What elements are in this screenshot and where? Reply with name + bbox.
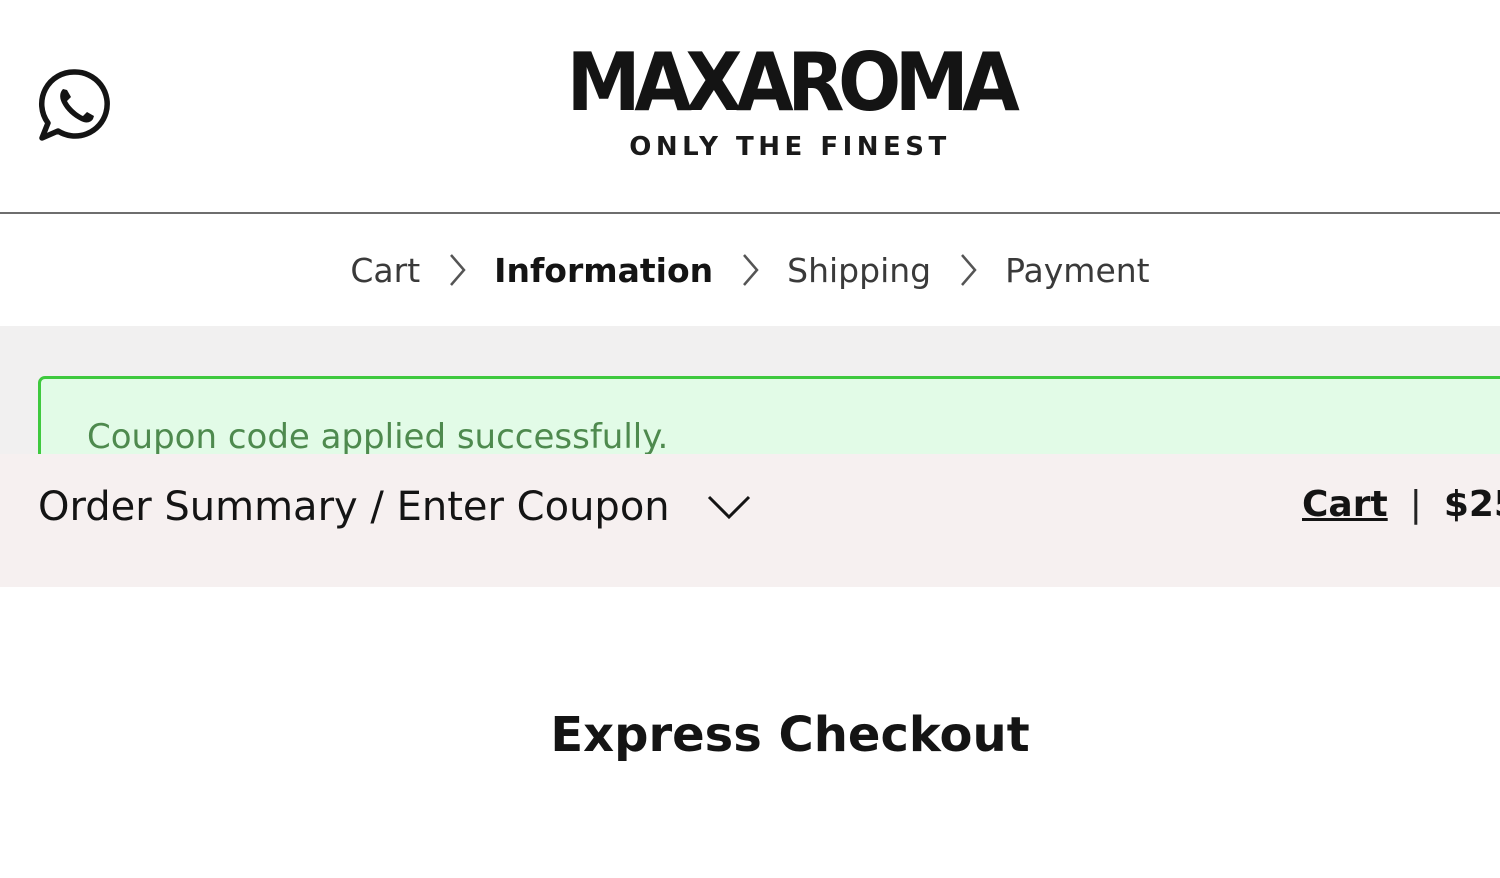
site-header: MAXAROMA ONLY THE FINEST	[0, 0, 1500, 214]
breadcrumb-shipping: Shipping	[787, 250, 932, 290]
breadcrumb-payment: Payment	[1005, 250, 1150, 290]
checkout-main: Express Checkout	[0, 587, 1500, 831]
logo-tagline: ONLY THE FINEST	[629, 132, 951, 162]
alert-message: Coupon code applied successfully.	[87, 417, 669, 457]
separator: |	[1409, 484, 1422, 525]
logo-wordmark: MAXAROMA	[566, 36, 1020, 129]
order-total: $25	[1443, 484, 1500, 525]
express-checkout-heading: Express Checkout	[550, 707, 1030, 763]
chevron-right-icon	[420, 250, 494, 290]
brand-logo[interactable]: MAXAROMA ONLY THE FINEST	[545, 36, 1035, 163]
chevron-right-icon	[931, 250, 1005, 290]
whatsapp-icon[interactable]	[36, 66, 114, 144]
order-summary-toggle[interactable]: Order Summary / Enter Coupon	[38, 484, 754, 530]
checkout-breadcrumb: Cart Information Shipping Payment	[0, 214, 1500, 326]
order-summary-label: Order Summary / Enter Coupon	[38, 484, 670, 530]
cart-link[interactable]: Cart	[1302, 484, 1388, 525]
order-summary-bar: Order Summary / Enter Coupon Cart | $25	[0, 454, 1500, 587]
breadcrumb-information: Information	[494, 250, 714, 290]
cart-total-summary: Cart | $25	[1302, 484, 1500, 525]
chevron-down-icon	[707, 495, 750, 520]
chevron-right-icon	[713, 250, 787, 290]
breadcrumb-cart[interactable]: Cart	[350, 251, 420, 290]
